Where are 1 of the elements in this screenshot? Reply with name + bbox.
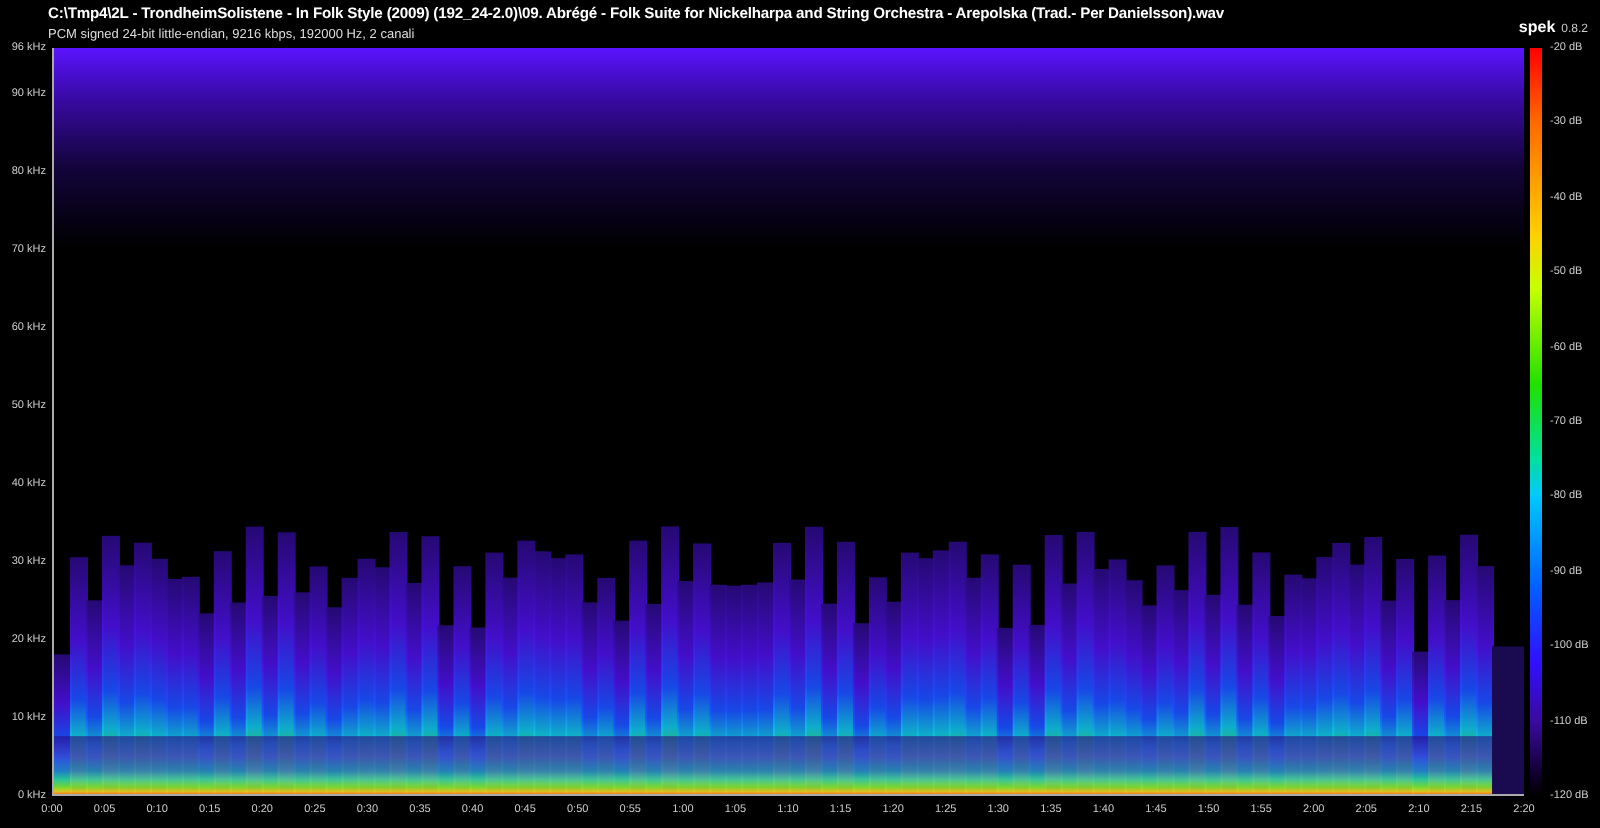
app-name: spek (1518, 18, 1556, 36)
